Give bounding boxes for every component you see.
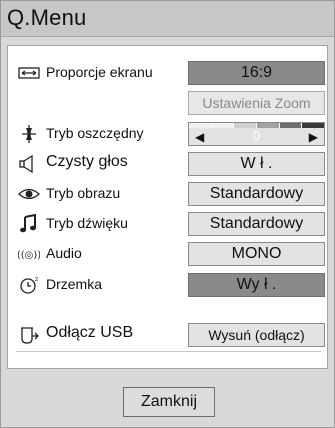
row-clear-voice: Czysty głos W ł .: [8, 152, 329, 176]
sleep-timer-label: Drzemka: [46, 276, 103, 292]
energy-saving-label: Tryb oszczędny: [46, 125, 144, 141]
clear-voice-label: Czysty głos: [46, 153, 128, 170]
energy-saving-value: 0: [252, 128, 261, 143]
menu-divider: [16, 351, 321, 352]
aspect-ratio-label: Proporcje ekranu: [46, 64, 153, 80]
menu-title: Q.Menu: [7, 5, 87, 30]
energy-saving-slider[interactable]: ◀ 0 ▶: [188, 122, 325, 146]
aspect-ratio-icon: [18, 63, 40, 83]
row-aspect-ratio: Proporcje ekranu 16:9: [8, 61, 329, 85]
menu-panel: Proporcje ekranu 16:9 Ustawienia Zoom Tr…: [7, 45, 328, 369]
audio-value[interactable]: MONO: [188, 242, 325, 266]
sound-mode-label: Tryb dźwięku: [46, 215, 128, 231]
row-energy-saving: Tryb oszczędny ◀ 0 ▶: [8, 122, 329, 146]
picture-mode-label: Tryb obrazu: [46, 185, 121, 201]
svg-text:((◎)): ((◎)): [18, 250, 40, 261]
picture-mode-value[interactable]: Standardowy: [188, 182, 325, 206]
row-sound-mode: Tryb dźwięku Standardowy: [8, 212, 329, 236]
eye-icon: [18, 184, 40, 204]
audio-label: Audio: [46, 245, 82, 261]
usb-eject-label: Odłącz USB: [46, 324, 134, 341]
zoom-settings-button[interactable]: Ustawienia Zoom: [188, 91, 325, 115]
sleep-timer-icon: z: [18, 275, 40, 295]
usb-eject-icon: [18, 325, 40, 345]
energy-saving-icon: [18, 124, 40, 144]
audio-icon: ((◎)): [18, 244, 40, 264]
sleep-timer-value[interactable]: Wy ł .: [188, 273, 325, 297]
close-button[interactable]: Zamknij: [123, 387, 215, 417]
svg-text:z: z: [35, 276, 38, 283]
usb-eject-button[interactable]: Wysuń (odłącz): [188, 323, 325, 347]
aspect-ratio-value[interactable]: 16:9: [188, 61, 325, 85]
title-bar: Q.Menu: [1, 1, 334, 37]
slider-right-arrow-icon[interactable]: ▶: [309, 130, 318, 144]
row-audio: ((◎)) Audio MONO: [8, 242, 329, 266]
clear-voice-value[interactable]: W ł .: [188, 152, 325, 176]
row-usb-eject: Odłącz USB Wysuń (odłącz): [8, 323, 329, 347]
qmenu-window: Q.Menu Proporcje ekranu 16:9 Ustawienia …: [0, 0, 335, 428]
row-zoom-settings: Ustawienia Zoom: [8, 91, 329, 115]
row-picture-mode: Tryb obrazu Standardowy: [8, 182, 329, 206]
sound-mode-value[interactable]: Standardowy: [188, 212, 325, 236]
music-note-icon: [18, 214, 40, 234]
clear-voice-icon: [18, 154, 40, 174]
row-sleep-timer: z Drzemka Wy ł .: [8, 273, 329, 297]
